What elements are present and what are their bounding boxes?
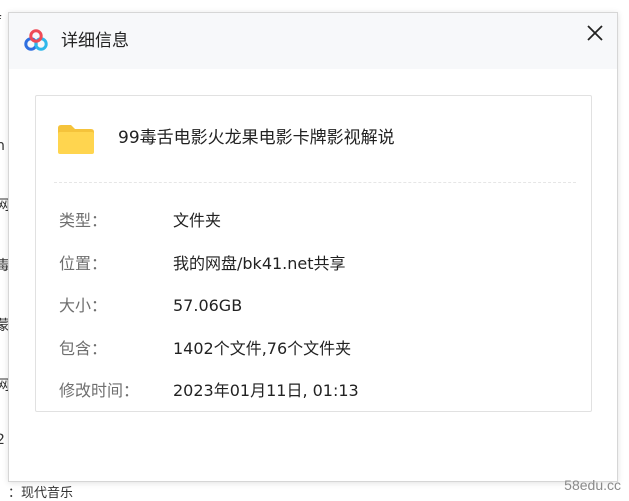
file-name: 99毒舌电影火龙果电影卡牌影视解说 bbox=[118, 128, 395, 148]
divider bbox=[54, 182, 576, 183]
info-value: 文件夹 bbox=[173, 211, 222, 230]
info-value: 2023年01月11日, 01:13 bbox=[173, 381, 359, 400]
location-link[interactable]: 我的网盘/bk41.net共享 bbox=[173, 253, 346, 275]
info-row-contains: 包含： 1402个文件,76个文件夹 bbox=[59, 338, 351, 360]
info-row-location: 位置： 我的网盘/bk41.net共享 bbox=[59, 253, 346, 275]
info-value: 1402个文件,76个文件夹 bbox=[173, 339, 352, 358]
background-text: ：现代音乐 bbox=[8, 486, 74, 501]
background-text: 2 bbox=[0, 432, 5, 448]
info-value: 57.06GB bbox=[173, 296, 243, 315]
info-row-type: 类型： 文件夹 bbox=[59, 210, 221, 232]
folder-icon bbox=[58, 125, 94, 154]
dialog-titlebar[interactable]: 详细信息 bbox=[9, 13, 617, 69]
info-row-modified: 修改时间： 2023年01月11日, 01:13 bbox=[59, 380, 359, 402]
background-text: f bbox=[0, 14, 1, 30]
background-text: n bbox=[0, 138, 5, 154]
info-label: 包含： bbox=[59, 339, 108, 358]
baidu-netdisk-logo-icon bbox=[24, 29, 48, 51]
dialog-title: 详细信息 bbox=[61, 31, 129, 51]
watermark: 58edu.cc bbox=[564, 477, 621, 493]
details-panel: 99毒舌电影火龙果电影卡牌影视解说 类型： 文件夹 位置： 我的网盘/bk41.ne… bbox=[35, 95, 592, 412]
close-icon[interactable] bbox=[583, 21, 607, 45]
info-row-size: 大小： 57.06GB bbox=[59, 295, 242, 317]
details-dialog: 详细信息 99毒舌电影火龙果电影卡牌影视解说 类型： 文件夹 位置： 我的网盘/bk… bbox=[8, 12, 618, 482]
info-label: 位置： bbox=[59, 254, 108, 273]
info-label: 类型： bbox=[59, 211, 108, 230]
info-label: 大小： bbox=[59, 296, 108, 315]
info-label: 修改时间： bbox=[59, 381, 140, 400]
background-page-edge: f n 网 毒 蒙 网 2 bbox=[0, 0, 10, 501]
